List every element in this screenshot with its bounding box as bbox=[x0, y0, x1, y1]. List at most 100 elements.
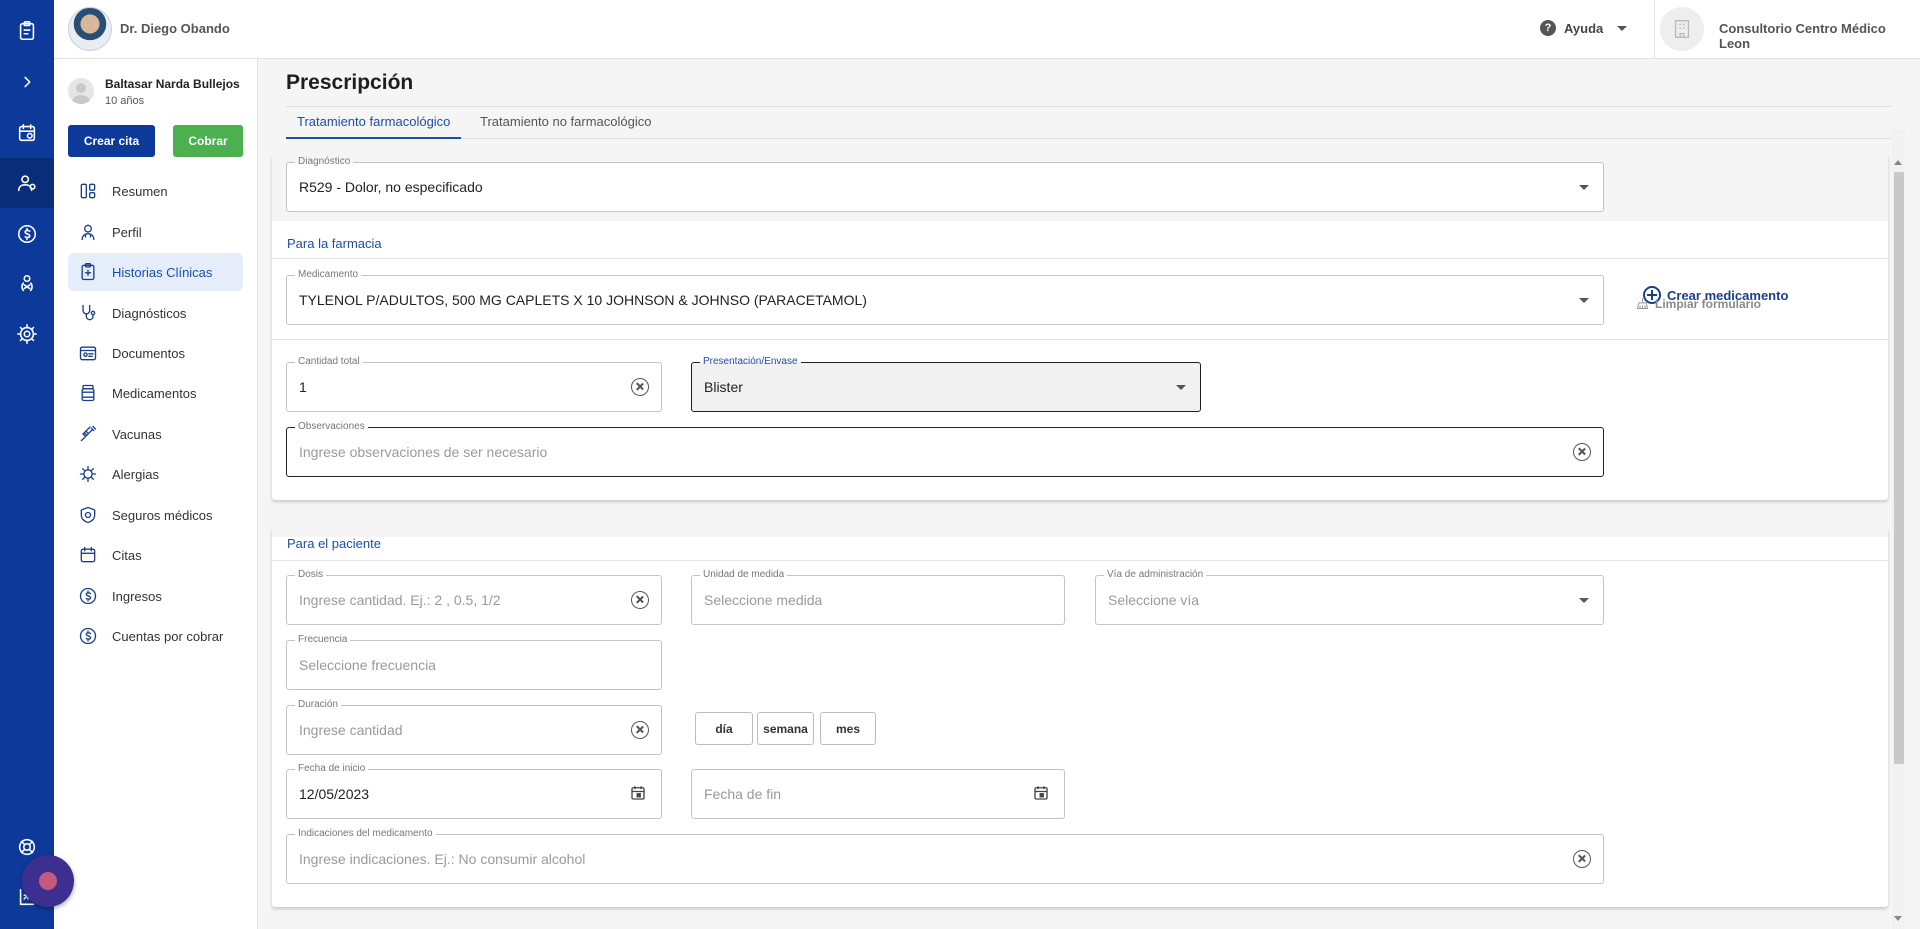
left-rail bbox=[0, 0, 54, 929]
sidebar-item-label: Documentos bbox=[112, 345, 185, 361]
route-select[interactable]: Vía de administración Seleccione vía bbox=[1095, 569, 1604, 625]
frequency-input[interactable]: Frecuencia Seleccione frecuencia bbox=[286, 634, 662, 690]
sidebar-item-label: Historias Clínicas bbox=[112, 264, 213, 280]
clear-icon[interactable] bbox=[631, 721, 649, 739]
chevron-right-icon[interactable] bbox=[0, 57, 54, 107]
sidebar-item-label: Vacunas bbox=[112, 426, 162, 442]
sidebar-item-seguros-medicos[interactable]: Seguros médicos bbox=[68, 496, 243, 534]
sidebar-item-label: Resumen bbox=[112, 183, 168, 199]
calendar-icon[interactable] bbox=[0, 108, 54, 158]
scroll-up-icon[interactable] bbox=[1894, 160, 1902, 165]
sidebar-item-label: Diagnósticos bbox=[112, 305, 187, 321]
doctor-avatar[interactable] bbox=[68, 7, 112, 51]
clear-form-label: Limpiar formulario bbox=[1655, 296, 1762, 311]
appointments-icon bbox=[80, 546, 96, 563]
field-value: R529 - Dolor, no especificado bbox=[299, 179, 483, 195]
create-appointment-button[interactable]: Crear cita bbox=[68, 125, 155, 157]
field-placeholder: Ingrese cantidad. Ej.: 2 , 0.5, 1/2 bbox=[299, 592, 501, 608]
sidebar-item-label: Alergias bbox=[112, 466, 159, 482]
clear-icon[interactable] bbox=[631, 378, 649, 396]
sidebar-item-historias-clinicas[interactable]: Historias Clínicas bbox=[68, 253, 243, 291]
sidebar-item-citas[interactable]: Citas bbox=[68, 536, 243, 574]
building-icon bbox=[1674, 20, 1690, 38]
help-icon: ? bbox=[1540, 20, 1556, 36]
profile-icon bbox=[81, 224, 95, 241]
patient-name: Baltasar Narda Bullejos bbox=[105, 77, 240, 91]
card-gap bbox=[272, 527, 1888, 537]
observations-input[interactable]: Observaciones Ingrese observaciones de s… bbox=[286, 421, 1604, 477]
field-value: 12/05/2023 bbox=[299, 786, 370, 802]
field-label: Dosis bbox=[295, 569, 327, 581]
chat-launcher-button[interactable] bbox=[22, 855, 74, 907]
duration-week-button[interactable]: semana bbox=[757, 712, 814, 745]
section-title-pharmacy: Para la farmacia bbox=[287, 236, 382, 251]
clear-form-button[interactable]: Limpiar formulario bbox=[1635, 296, 1761, 311]
chevron-down-icon bbox=[1579, 298, 1589, 303]
tab-tratamiento-farmacologico[interactable]: Tratamiento farmacológico bbox=[286, 107, 462, 139]
clear-icon[interactable] bbox=[1573, 443, 1591, 461]
field-value: TYLENOL P/ADULTOS, 500 MG CAPLETS X 10 J… bbox=[299, 292, 867, 308]
main-content: Prescripción Tratamiento farmacológico T… bbox=[258, 59, 1920, 929]
field-label: Diagnóstico bbox=[295, 156, 354, 168]
presentation-select[interactable]: Presentación/Envase Blister bbox=[691, 356, 1201, 412]
field-label: Presentación/Envase bbox=[700, 356, 801, 368]
clipboard-icon[interactable] bbox=[0, 6, 54, 56]
clear-icon[interactable] bbox=[631, 591, 649, 609]
sidebar-item-cuentas-por-cobrar[interactable]: Cuentas por cobrar bbox=[68, 617, 243, 655]
indications-input[interactable]: Indicaciones del medicamento Ingrese ind… bbox=[286, 828, 1604, 884]
chevron-down-icon bbox=[1617, 25, 1628, 31]
sidebar-item-ingresos[interactable]: Ingresos bbox=[68, 577, 243, 615]
sidebar-item-resumen[interactable]: Resumen bbox=[68, 172, 243, 210]
field-placeholder: Seleccione frecuencia bbox=[299, 657, 436, 673]
syringe-icon bbox=[80, 425, 97, 442]
charge-button[interactable]: Cobrar bbox=[173, 125, 243, 157]
patient-sidebar: Baltasar Narda Bullejos 10 años Crear ci… bbox=[54, 59, 258, 929]
sidebar-item-documentos[interactable]: Documentos bbox=[68, 334, 243, 372]
field-label: Medicamento bbox=[295, 269, 362, 281]
dose-input[interactable]: Dosis Ingrese cantidad. Ej.: 2 , 0.5, 1/… bbox=[286, 569, 662, 625]
summary-icon bbox=[80, 183, 96, 199]
doctor-icon[interactable] bbox=[0, 259, 54, 309]
duration-day-button[interactable]: día bbox=[695, 712, 753, 745]
duration-input[interactable]: Duración Ingrese cantidad bbox=[286, 699, 662, 755]
sidebar-item-perfil[interactable]: Perfil bbox=[68, 213, 243, 251]
money-icon[interactable] bbox=[0, 209, 54, 259]
medication-icon bbox=[81, 384, 95, 402]
tab-bar: Tratamiento farmacológico Tratamiento no… bbox=[286, 106, 1892, 139]
top-bar: Dr. Diego Obando ? Ayuda Consultorio Cen… bbox=[54, 0, 1920, 59]
sidebar-item-alergias[interactable]: Alergias bbox=[68, 455, 243, 493]
patients-icon[interactable] bbox=[0, 158, 54, 208]
sidebar-item-vacunas[interactable]: Vacunas bbox=[68, 415, 243, 453]
sidebar-item-diagnosticos[interactable]: Diagnósticos bbox=[68, 294, 243, 332]
chevron-down-icon bbox=[1579, 185, 1589, 190]
clear-icon[interactable] bbox=[1573, 850, 1591, 868]
diagnosis-select[interactable]: Diagnóstico R529 - Dolor, no especificad… bbox=[286, 156, 1604, 212]
start-date-input[interactable]: Fecha de inicio 12/05/2023 bbox=[286, 763, 662, 819]
settings-icon[interactable] bbox=[0, 309, 54, 359]
clinic-logo[interactable] bbox=[1660, 7, 1704, 51]
sidebar-item-medicamentos[interactable]: Medicamentos bbox=[68, 374, 243, 412]
clinic-name[interactable]: Consultorio Centro Médico Leon bbox=[1719, 21, 1920, 51]
divider bbox=[272, 339, 1888, 340]
field-placeholder: Seleccione medida bbox=[704, 592, 823, 608]
scrollbar-thumb[interactable] bbox=[1894, 172, 1904, 764]
end-date-input[interactable]: Fecha de fin bbox=[691, 769, 1065, 819]
field-value: Blister bbox=[704, 379, 743, 395]
field-value: 1 bbox=[299, 379, 307, 395]
quantity-input[interactable]: Cantidad total 1 bbox=[286, 356, 662, 412]
tab-tratamiento-no-farmacologico[interactable]: Tratamiento no farmacológico bbox=[469, 107, 663, 139]
duration-month-button[interactable]: mes bbox=[820, 712, 876, 745]
chevron-down-icon bbox=[1176, 385, 1186, 390]
medication-select[interactable]: Medicamento TYLENOL P/ADULTOS, 500 MG CA… bbox=[286, 269, 1604, 325]
doctor-name[interactable]: Dr. Diego Obando bbox=[120, 21, 230, 36]
scroll-down-icon[interactable] bbox=[1894, 916, 1902, 921]
field-placeholder: Ingrese indicaciones. Ej.: No consumir a… bbox=[299, 851, 586, 867]
receivables-icon bbox=[79, 627, 97, 645]
sidebar-item-label: Perfil bbox=[112, 224, 142, 240]
field-label: Observaciones bbox=[295, 421, 368, 433]
calendar-icon[interactable] bbox=[629, 784, 647, 802]
calendar-icon[interactable] bbox=[1032, 784, 1050, 802]
unit-input[interactable]: Unidad de medida Seleccione medida bbox=[691, 569, 1065, 625]
broom-icon bbox=[1636, 297, 1649, 309]
help-menu[interactable]: ? Ayuda bbox=[1540, 20, 1628, 36]
